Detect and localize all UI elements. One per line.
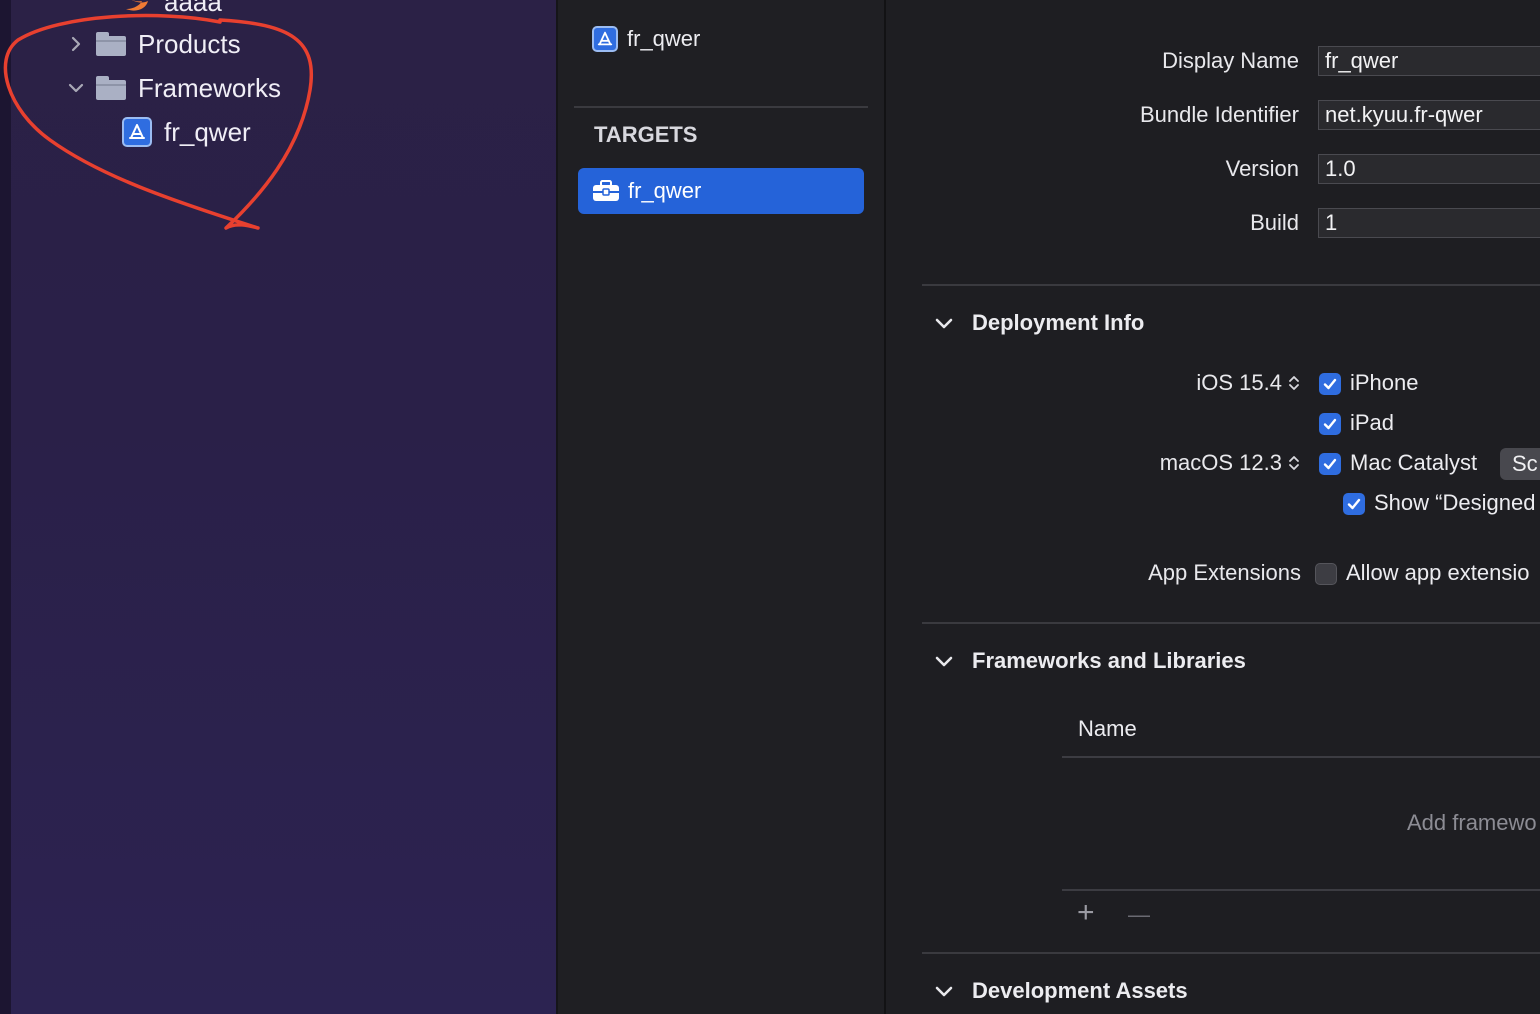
version-label: Version bbox=[1225, 156, 1299, 181]
chevron-down-icon[interactable] bbox=[934, 314, 954, 334]
ios-version-label: iOS 15.4 bbox=[1196, 370, 1282, 395]
show-designed-label: Show “Designed bbox=[1374, 490, 1536, 515]
remove-framework-button[interactable]: — bbox=[1128, 898, 1150, 932]
annotation-circle bbox=[3, 13, 313, 230]
allow-app-extensions-label: Allow app extensio bbox=[1346, 560, 1530, 585]
add-framework-button[interactable]: + bbox=[1077, 896, 1095, 930]
macos-version-stepper[interactable]: macOS 12.3 bbox=[1160, 450, 1300, 476]
divider bbox=[922, 952, 1540, 954]
target-item-selected[interactable]: fr_qwer bbox=[578, 168, 864, 214]
catalyst-scale-popup[interactable]: Sc bbox=[1500, 448, 1540, 480]
targets-header: TARGETS bbox=[594, 122, 698, 147]
divider bbox=[922, 284, 1540, 286]
checkmark-icon bbox=[1323, 418, 1337, 430]
ipad-label: iPad bbox=[1350, 410, 1395, 435]
macos-version-label: macOS 12.3 bbox=[1159, 450, 1282, 475]
name-column-header[interactable]: Name bbox=[1078, 716, 1137, 742]
toolbox-icon bbox=[592, 180, 620, 202]
allow-app-extensions-checkbox[interactable] bbox=[1315, 563, 1337, 585]
mac-catalyst-checkbox[interactable] bbox=[1319, 453, 1341, 475]
bundle-id-field[interactable]: net.kyuu.fr-qwer bbox=[1318, 100, 1540, 130]
divider bbox=[1062, 889, 1540, 891]
target-label: fr_qwer bbox=[628, 178, 702, 203]
project-navigator: aaaa Products Frameworks fr_qwer bbox=[0, 0, 558, 1014]
bundle-id-label: Bundle Identifier bbox=[1140, 102, 1299, 127]
chevron-down-icon[interactable] bbox=[934, 982, 954, 1002]
ios-version-stepper[interactable]: iOS 15.4 bbox=[1196, 370, 1300, 396]
build-field[interactable]: 1 bbox=[1318, 208, 1540, 238]
project-item[interactable]: fr_qwer bbox=[592, 26, 700, 52]
development-assets-title: Development Assets bbox=[972, 978, 1188, 1003]
checkmark-icon bbox=[1347, 498, 1361, 510]
show-designed-checkbox[interactable] bbox=[1343, 493, 1365, 515]
frameworks-empty-hint: Add framewo bbox=[1407, 810, 1537, 835]
divider bbox=[574, 106, 868, 108]
deployment-info-title: Deployment Info bbox=[972, 310, 1145, 335]
project-name: fr_qwer bbox=[627, 26, 701, 51]
version-field[interactable]: 1.0 bbox=[1318, 154, 1540, 184]
divider bbox=[922, 622, 1540, 624]
iphone-checkbox[interactable] bbox=[1319, 373, 1341, 395]
checkmark-icon bbox=[1323, 378, 1337, 390]
stepper-icon bbox=[1289, 456, 1299, 470]
divider bbox=[1062, 756, 1540, 758]
project-targets-list: fr_qwer TARGETS fr_qwer bbox=[558, 0, 886, 1014]
stepper-icon bbox=[1289, 376, 1299, 390]
app-extensions-label: App Extensions bbox=[1148, 560, 1301, 585]
app-icon bbox=[592, 26, 618, 52]
display-name-label: Display Name bbox=[1162, 48, 1299, 73]
ipad-checkbox[interactable] bbox=[1319, 413, 1341, 435]
mac-catalyst-label: Mac Catalyst bbox=[1350, 450, 1478, 475]
frameworks-libraries-title: Frameworks and Libraries bbox=[972, 648, 1246, 673]
chevron-down-icon[interactable] bbox=[934, 652, 954, 672]
build-label: Build bbox=[1250, 210, 1299, 235]
checkmark-icon bbox=[1323, 458, 1337, 470]
display-name-field[interactable]: fr_qwer bbox=[1318, 46, 1540, 76]
iphone-label: iPhone bbox=[1350, 370, 1419, 395]
target-settings-editor: Display Name fr_qwer Bundle Identifier n… bbox=[886, 0, 1540, 1014]
